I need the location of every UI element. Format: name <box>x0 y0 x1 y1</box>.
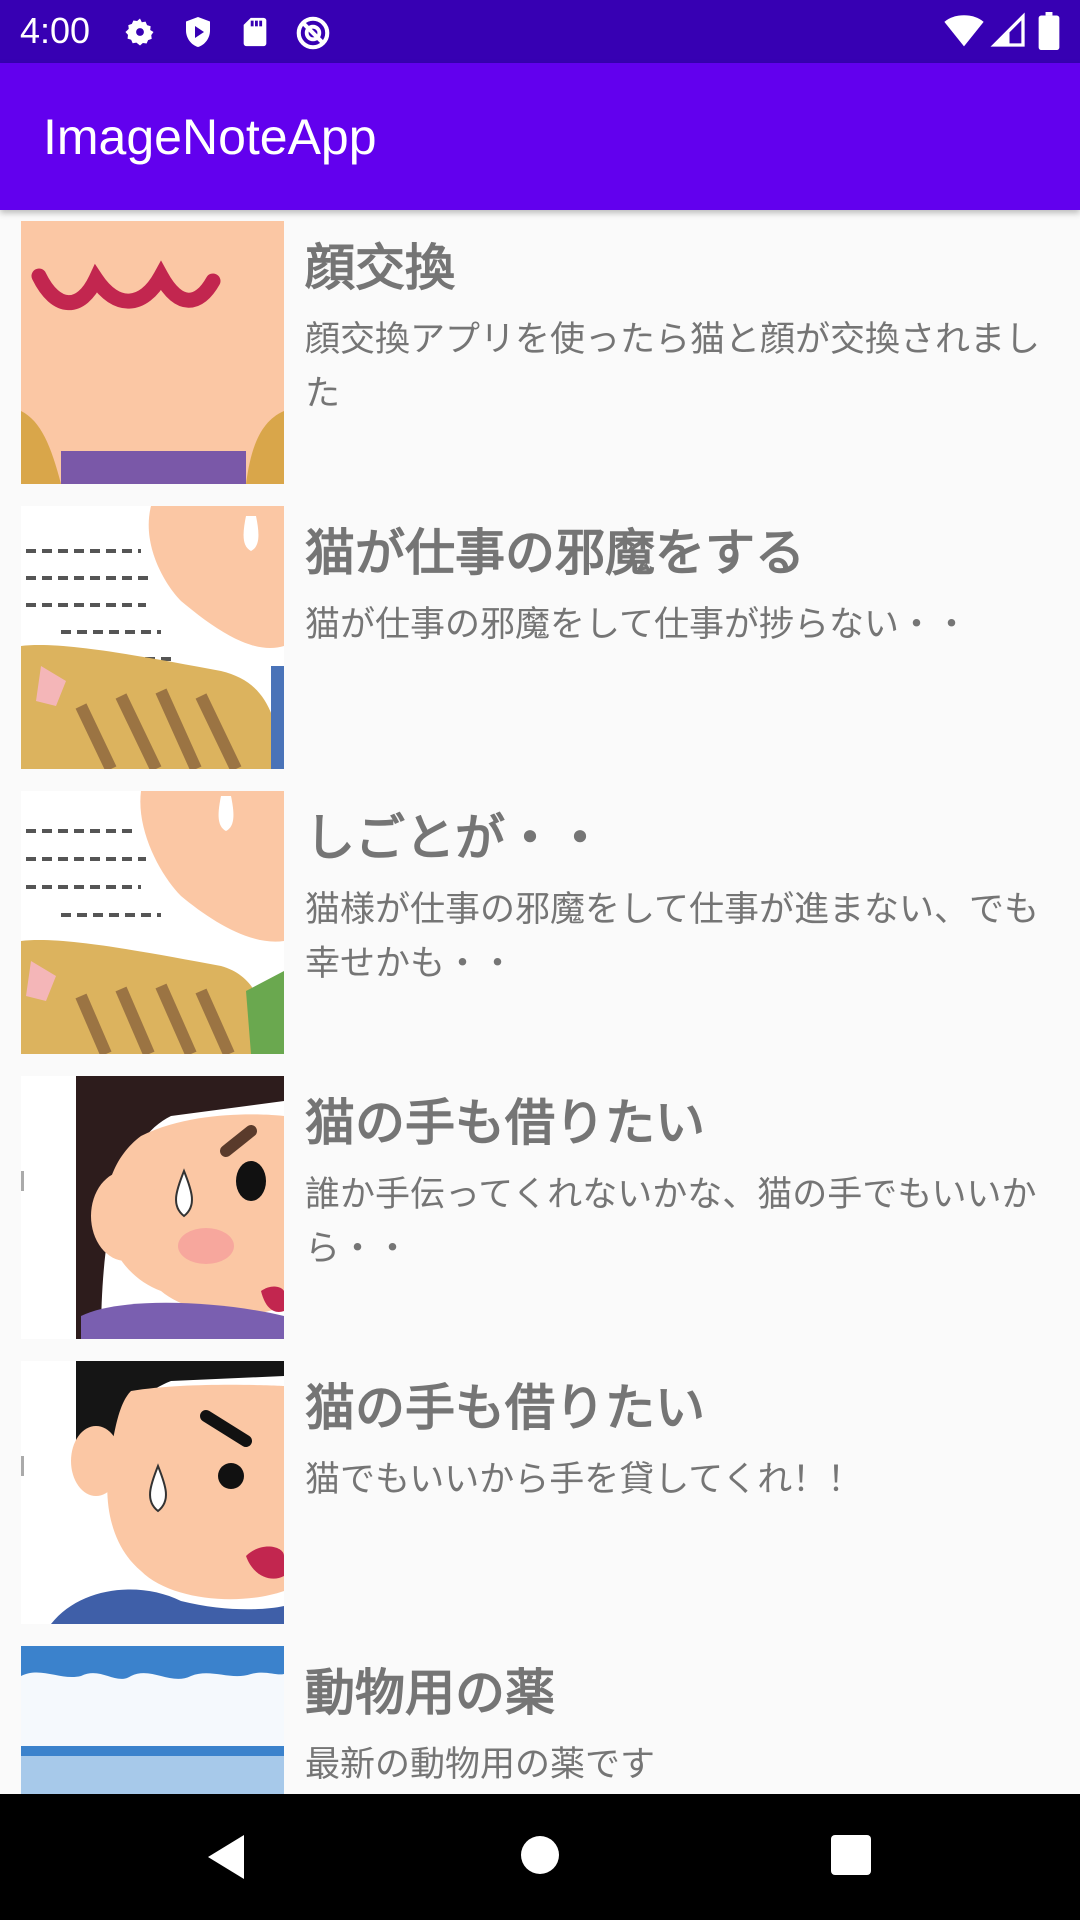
shield-play-icon <box>186 17 210 47</box>
list-item[interactable]: 顔交換 顔交換アプリを使ったら猫と顔が交換されました <box>0 210 1080 495</box>
note-title: 動物用の薬 <box>305 1664 555 1722</box>
note-description: 顔交換アプリを使ったら猫と顔が交換されました <box>305 320 1041 414</box>
woman-sweat-image <box>21 1076 284 1339</box>
note-title: 猫の手も借りたい <box>305 1379 705 1437</box>
home-button[interactable] <box>519 1834 561 1876</box>
medicine-label-image <box>21 1646 284 1794</box>
note-description: 誰か手伝ってくれないかな、猫の手でもいいから・・ <box>305 1175 1037 1269</box>
man-sweat-image <box>21 1361 284 1624</box>
list-item[interactable]: 猫の手も借りたい 猫でもいいから手を貸してくれ！！ <box>0 1350 1080 1635</box>
no-disturb-icon <box>296 16 330 50</box>
battery-icon <box>1038 12 1060 50</box>
note-description: 最新の動物用の薬です <box>305 1745 656 1785</box>
cat-paper-image-2 <box>21 791 284 1054</box>
sd-card-icon <box>243 17 267 47</box>
note-description: 猫が仕事の邪魔をして仕事が捗らない・・ <box>305 605 969 645</box>
note-title: 猫の手も借りたい <box>305 1094 705 1152</box>
recents-button[interactable] <box>831 1835 871 1875</box>
note-title: 猫が仕事の邪魔をする <box>305 524 805 582</box>
app-bar: ImageNoteApp <box>0 63 1080 210</box>
note-title: しごとが・・ <box>305 809 605 867</box>
status-time: 4:00 <box>20 10 91 51</box>
note-description: 猫様が仕事の邪魔をして仕事が進まない、でも幸せかも・・ <box>305 890 1039 984</box>
wifi-icon <box>944 15 984 47</box>
list-item[interactable]: 猫が仕事の邪魔をする 猫が仕事の邪魔をして仕事が捗らない・・ <box>0 495 1080 780</box>
list-item[interactable]: 猫の手も借りたい 誰か手伝ってくれないかな、猫の手でもいいから・・ <box>0 1065 1080 1350</box>
back-button[interactable] <box>204 1831 250 1883</box>
list-item[interactable]: しごとが・・ 猫様が仕事の邪魔をして仕事が進まない、でも幸せかも・・ <box>0 780 1080 1065</box>
status-bar: 4:00 <box>0 0 1080 63</box>
navigation-bar <box>0 1794 1080 1920</box>
gear-icon <box>125 18 154 46</box>
list-item[interactable]: 動物用の薬 最新の動物用の薬です <box>0 1635 1080 1794</box>
cat-paper-image <box>21 506 284 769</box>
cell-signal-icon <box>990 12 1025 47</box>
face-mouth-image <box>21 221 284 484</box>
note-description: 猫でもいいから手を貸してくれ！！ <box>305 1460 863 1500</box>
note-list[interactable]: 顔交換 顔交換アプリを使ったら猫と顔が交換されました 猫が仕事の邪魔をする 猫が… <box>0 210 1080 1794</box>
note-title: 顔交換 <box>305 239 455 297</box>
app-title: ImageNoteApp <box>43 109 377 165</box>
